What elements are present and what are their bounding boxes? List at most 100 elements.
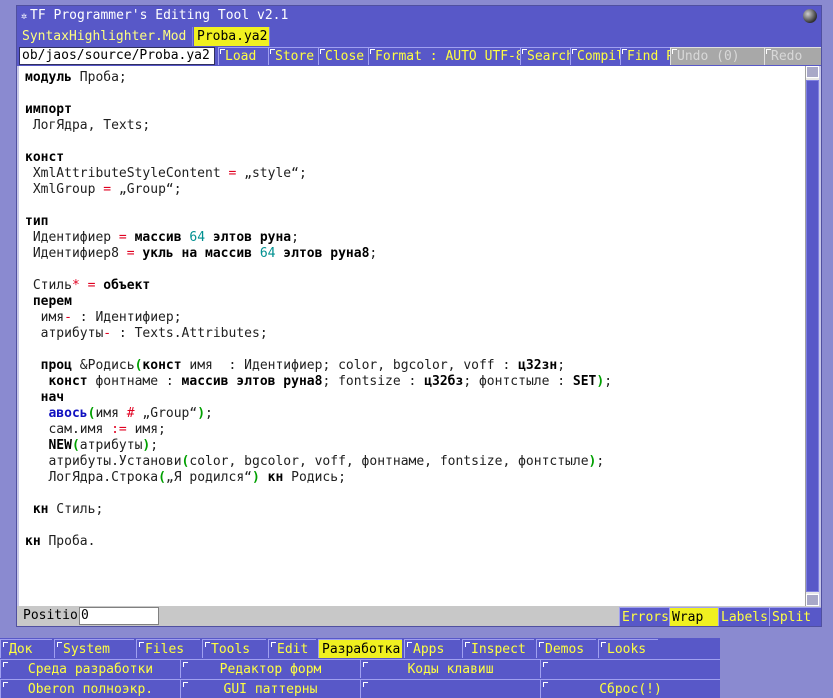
menu-empty-button-1[interactable] [540, 659, 720, 678]
redo-button[interactable]: Redo [764, 47, 821, 65]
code-token: имя : Идентифиер; color, bgcolor, voff : [181, 358, 519, 373]
status-bar: Position 0 Errors Wrap Labels Split [17, 606, 821, 626]
menu-tab-demos[interactable]: Demos [536, 639, 596, 658]
code-token: перем [32, 294, 72, 309]
menu-tab-razrabotka[interactable]: Разработка [318, 639, 402, 658]
scroll-down-icon[interactable] [806, 594, 819, 606]
file-tab-syntaxhighlighter[interactable]: SyntaxHighlighter.Mod [19, 27, 193, 46]
vertical-scrollbar[interactable] [805, 66, 819, 606]
code-line: кн Стиль; [25, 502, 612, 518]
menu-form-editor-button[interactable]: Редактор форм [180, 659, 360, 678]
labels-button[interactable]: Labels [718, 607, 769, 626]
code-token: элтов руна8 [283, 246, 370, 261]
title-bar[interactable]: ✲ TF Programmer's Editing Tool v2.1 [17, 6, 821, 26]
close-button[interactable]: Close [318, 47, 368, 65]
scroll-up-icon[interactable] [806, 66, 819, 78]
compile-button[interactable]: Compile [570, 47, 620, 65]
code-token: „style“; [236, 166, 307, 181]
code-token: 64 [189, 230, 206, 245]
code-line: модуль Проба; [25, 70, 612, 86]
undo-button[interactable]: Undo (0) [670, 47, 764, 65]
menu-tab-looks[interactable]: Looks [598, 639, 658, 658]
menu-tab-system[interactable]: System [54, 639, 134, 658]
code-token: - [64, 310, 72, 325]
code-line: сам.имя := имя; [25, 422, 612, 438]
position-label: Position [23, 608, 81, 623]
menu-tab-edit[interactable]: Edit [268, 639, 316, 658]
code-token: &Родись [71, 358, 135, 373]
menu-empty-button-2[interactable] [360, 679, 540, 698]
code-token: ( [158, 470, 166, 485]
code-token: атрибуты [25, 326, 104, 341]
load-button[interactable]: Load [218, 47, 268, 65]
menu-tab-dok[interactable]: Док [0, 639, 52, 658]
format-button[interactable]: Format : AUTO UTF-8 [368, 47, 520, 65]
scroll-thumb[interactable] [806, 80, 819, 592]
code-token: тип [25, 214, 49, 229]
code-token: Проба. [40, 534, 96, 549]
code-token: проц [40, 358, 72, 373]
code-line: атрибуты.Установи(color, bgcolor, voff, … [25, 454, 612, 470]
errors-button[interactable]: Errors [619, 607, 669, 626]
menu-reset-button[interactable]: Сброс(!) [540, 679, 720, 698]
code-line: кн Проба. [25, 534, 612, 550]
code-token: массив [134, 230, 182, 245]
file-tab-proba[interactable]: Proba.ya2 [194, 27, 270, 46]
wrap-button[interactable]: Wrap [669, 607, 718, 626]
code-line: XmlAttributeStyleContent = „style“; [25, 166, 612, 182]
code-token: color, bgcolor, voff, фонтнаме, fontsize… [189, 454, 589, 469]
search-button[interactable]: Search [520, 47, 570, 65]
store-button[interactable]: Store [268, 47, 318, 65]
menu-tab-inspect[interactable]: Inspect [462, 639, 534, 658]
code-token: модуль [25, 70, 72, 85]
code-line: ЛогЯдра.Строка(„Я родился“) кн Родись; [25, 470, 612, 486]
code-token: укль на массив [142, 246, 252, 261]
code-line: импорт [25, 102, 612, 118]
code-token: ) [197, 406, 206, 421]
code-token: := [111, 422, 127, 437]
toolbar: ob/jaos/source/Proba.ya2 Load Store Clos… [17, 46, 821, 66]
window-menu-icon[interactable]: ✲ [21, 11, 27, 22]
menu-ide-button[interactable]: Среда разработки [0, 659, 180, 678]
menu-tab-apps[interactable]: Apps [404, 639, 460, 658]
menu-tab-files[interactable]: Files [136, 639, 200, 658]
file-path-input[interactable]: ob/jaos/source/Proba.ya2 [19, 47, 215, 65]
menu-key-codes-button[interactable]: Коды клавиш [360, 659, 540, 678]
menu-gui-patterns-button[interactable]: GUI паттерны [180, 679, 360, 698]
code-token: „Group“ [134, 406, 198, 421]
menu-tab-tools[interactable]: Tools [202, 639, 266, 658]
code-token: ) [251, 470, 260, 485]
code-token: ц32зн [518, 358, 558, 373]
code-token: Идентифиер8 [25, 246, 127, 261]
code-token: ; [557, 358, 566, 373]
code-line: авось(имя # „Group“); [25, 406, 612, 422]
editor-window: ✲ TF Programmer's Editing Tool v2.1 Synta… [16, 5, 822, 627]
split-button[interactable]: Split [769, 607, 821, 626]
code-editor[interactable]: модуль Проба; импорт ЛогЯдра, Texts; конст… [19, 66, 805, 606]
code-token: сам.имя [25, 422, 112, 437]
code-token: массив элтов руна8 [181, 374, 323, 389]
code-token: : Идентифиер; [71, 310, 182, 325]
code-token: ; [150, 438, 159, 453]
code-line: Стиль* = объект [25, 278, 612, 294]
code-token: Идентифиер [25, 230, 119, 245]
find-pc-button[interactable]: Find PC [620, 47, 670, 65]
code-line: атрибуты- : Texts.Attributes; [25, 326, 612, 342]
code-token: = [103, 182, 112, 197]
code-token: атрибуты.Установи [25, 454, 182, 469]
file-tabs: SyntaxHighlighter.Mod Proba.ya2 [17, 26, 821, 46]
position-input[interactable]: 0 [79, 607, 159, 625]
menu-oberon-fullscreen-button[interactable]: Oberon полноэкр. [0, 679, 180, 698]
close-window-icon[interactable] [803, 9, 817, 23]
